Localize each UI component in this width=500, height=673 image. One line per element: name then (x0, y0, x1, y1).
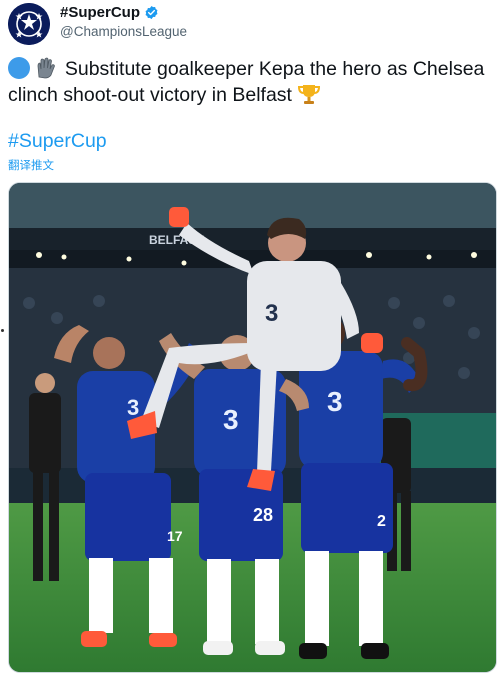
tweet-card: #SuperCup @ChampionsLeague Substitute go… (0, 0, 500, 673)
champions-league-starball-icon (8, 3, 50, 45)
goalkeeper-shirt-number: 3 (265, 300, 278, 327)
shorts-number-right: 2 (377, 513, 386, 530)
stand-roof-band (9, 228, 496, 250)
shorts-number-left: 17 (167, 528, 183, 544)
goalkeeper-glove (361, 333, 383, 353)
author-display-name[interactable]: #SuperCup (60, 4, 140, 21)
tweet-author: #SuperCup @ChampionsLeague (60, 4, 187, 39)
edge-marker (1, 329, 4, 332)
shirt-number-left: 3 (127, 395, 139, 420)
author-name-row: #SuperCup (60, 4, 187, 21)
upper-stand (9, 183, 496, 228)
tweet-photo[interactable]: BELFAST 3 17 3 2 3 28 3 (8, 182, 497, 673)
verified-badge-icon (145, 5, 158, 20)
translate-tweet-link[interactable]: 翻译推文 (8, 157, 54, 173)
tweet-text: Substitute goalkeeper Kepa the hero as C… (8, 56, 496, 108)
tweet-body-text: Substitute goalkeeper Kepa the hero as C… (8, 58, 485, 106)
author-handle[interactable]: @ChampionsLeague (60, 24, 187, 39)
celebration-photo: BELFAST 3 17 3 2 3 28 3 (9, 183, 496, 672)
shirt-number-centre: 3 (223, 404, 239, 435)
shirt-number-right: 3 (327, 386, 343, 417)
trophy-emoji-icon (298, 85, 321, 104)
gloves-emoji-icon (38, 57, 56, 79)
shorts-number-centre: 28 (253, 505, 273, 525)
account-avatar[interactable] (8, 3, 50, 45)
hashtag-link[interactable]: #SuperCup (8, 130, 107, 153)
goalkeeper-glove-raised (169, 207, 189, 227)
blue-circle-emoji-icon (8, 57, 30, 79)
